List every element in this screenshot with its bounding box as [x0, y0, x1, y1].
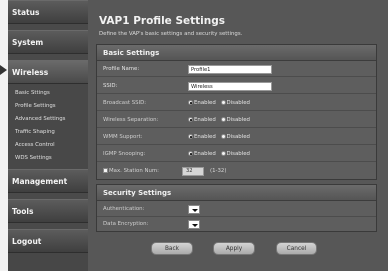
- left-edge-strip: [0, 0, 8, 271]
- radio-checked-icon[interactable]: [188, 151, 193, 156]
- sidebar-subitem-wds-settings[interactable]: WDS Settings: [8, 152, 88, 165]
- sidebar-item-logout[interactable]: Logout: [8, 229, 88, 253]
- max-station-label: Max. Station Num:: [109, 168, 159, 174]
- data-encryption-row: Data Encryption:: [97, 217, 376, 232]
- profile-name-input[interactable]: [188, 65, 272, 74]
- disabled-label: Disabled: [226, 117, 250, 123]
- wireless-submenu: Basic Sttings Profile Settings Advanced …: [8, 84, 88, 169]
- data-encryption-select[interactable]: [188, 220, 200, 229]
- authentication-row: Authentication:: [97, 202, 376, 217]
- sidebar-subitem-profile-settings[interactable]: Profile Settings: [8, 100, 88, 113]
- basic-settings-header: Basic Settings: [97, 45, 376, 61]
- wmm-support-enabled-option[interactable]: Enabled: [188, 134, 216, 140]
- max-station-checkbox[interactable]: [103, 168, 108, 173]
- wireless-separation-row: Wireless Separation: Enabled Disabled: [97, 113, 376, 128]
- igmp-snooping-radio-group: Enabled Disabled: [188, 151, 253, 157]
- igmp-snooping-enabled-option[interactable]: Enabled: [188, 151, 216, 157]
- security-settings-panel: Security Settings Authentication: Data E…: [96, 184, 377, 232]
- radio-unchecked-icon[interactable]: [220, 134, 226, 139]
- ssid-input[interactable]: [188, 82, 272, 91]
- page-title: VAP1 Profile Settings: [99, 15, 226, 27]
- sidebar-item-status[interactable]: Status: [8, 0, 88, 24]
- authentication-select[interactable]: [188, 205, 200, 214]
- disabled-label: Disabled: [226, 100, 250, 106]
- max-station-row: Max. Station Num: 32 (1-32): [97, 164, 376, 179]
- back-button[interactable]: Back: [151, 242, 193, 255]
- main-panel: VAP1 Profile Settings Define the VAP's b…: [88, 0, 388, 271]
- sidebar-subitem-access-control[interactable]: Access Control: [8, 139, 88, 152]
- enabled-label: Enabled: [194, 100, 216, 106]
- wireless-separation-disabled-option[interactable]: Disabled: [220, 117, 250, 123]
- wireless-separation-enabled-option[interactable]: Enabled: [188, 117, 216, 123]
- wmm-support-label: WMM Support:: [103, 134, 143, 140]
- sidebar-item-wireless[interactable]: Wireless: [8, 60, 88, 84]
- sidebar-item-tools[interactable]: Tools: [8, 199, 88, 223]
- disabled-label: Disabled: [226, 134, 250, 140]
- sidebar-item-management[interactable]: Management: [8, 169, 88, 193]
- radio-checked-icon[interactable]: [188, 100, 193, 105]
- radio-unchecked-icon[interactable]: [220, 117, 226, 122]
- active-section-pointer-icon: [0, 65, 7, 75]
- sidebar-subitem-advanced-settings[interactable]: Advanced Settings: [8, 113, 88, 126]
- broadcast-ssid-enabled-option[interactable]: Enabled: [188, 100, 216, 106]
- wmm-support-radio-group: Enabled Disabled: [188, 134, 253, 140]
- ssid-row: SSID:: [97, 79, 376, 94]
- cancel-button[interactable]: Cancel: [276, 242, 317, 255]
- radio-unchecked-icon[interactable]: [220, 100, 226, 105]
- enabled-label: Enabled: [194, 151, 216, 157]
- sidebar-subitem-traffic-shaping[interactable]: Traffic Shaping: [8, 126, 88, 139]
- security-settings-header: Security Settings: [97, 185, 376, 201]
- broadcast-ssid-label: Broadcast SSID:: [103, 100, 147, 106]
- broadcast-ssid-row: Broadcast SSID: Enabled Disabled: [97, 96, 376, 111]
- enabled-label: Enabled: [194, 134, 216, 140]
- sidebar: Status System Wireless Basic Sttings Pro…: [8, 0, 88, 271]
- authentication-label: Authentication:: [103, 206, 145, 212]
- disabled-label: Disabled: [226, 151, 250, 157]
- max-station-input[interactable]: 32: [182, 167, 204, 176]
- wmm-support-disabled-option[interactable]: Disabled: [220, 134, 250, 140]
- radio-checked-icon[interactable]: [188, 117, 193, 122]
- sidebar-item-system[interactable]: System: [8, 30, 88, 54]
- sidebar-subitem-basic-settings[interactable]: Basic Sttings: [8, 87, 88, 100]
- max-station-range-hint: (1-32): [210, 168, 227, 174]
- apply-button[interactable]: Apply: [213, 242, 255, 255]
- ssid-label: SSID:: [103, 83, 118, 89]
- wireless-separation-radio-group: Enabled Disabled: [188, 117, 253, 123]
- wmm-support-row: WMM Support: Enabled Disabled: [97, 130, 376, 145]
- page-description: Define the VAP's basic settings and secu…: [99, 31, 243, 37]
- basic-settings-panel: Basic Settings Profile Name: SSID: Broad…: [96, 44, 377, 180]
- broadcast-ssid-radio-group: Enabled Disabled: [188, 100, 253, 106]
- igmp-snooping-row: IGMP Snooping: Enabled Disabled: [97, 147, 376, 162]
- radio-unchecked-icon[interactable]: [220, 151, 226, 156]
- profile-name-label: Profile Name:: [103, 66, 140, 72]
- enabled-label: Enabled: [194, 117, 216, 123]
- radio-checked-icon[interactable]: [188, 134, 193, 139]
- profile-name-row: Profile Name:: [97, 62, 376, 77]
- broadcast-ssid-disabled-option[interactable]: Disabled: [220, 100, 250, 106]
- data-encryption-label: Data Encryption:: [103, 221, 149, 227]
- igmp-snooping-label: IGMP Snooping:: [103, 151, 146, 157]
- wireless-separation-label: Wireless Separation:: [103, 117, 159, 123]
- igmp-snooping-disabled-option[interactable]: Disabled: [220, 151, 250, 157]
